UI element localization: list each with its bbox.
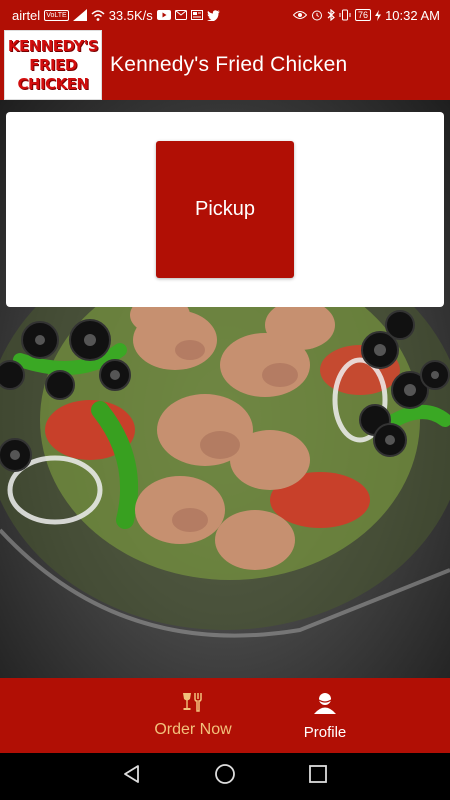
person-icon <box>313 691 337 720</box>
brand-logo: KENNEDY'S FRIED CHICKEN <box>4 30 102 100</box>
app-title: Kennedy's Fried Chicken <box>110 53 348 76</box>
system-navigation-bar <box>0 753 450 800</box>
nav-order-now-label: Order Now <box>154 721 232 738</box>
status-right: 76 10:32 AM <box>293 8 440 23</box>
nav-profile-label: Profile <box>303 723 347 741</box>
status-left: airtel VoLTE 33.5K/s <box>12 8 220 23</box>
pickup-button[interactable]: Pickup <box>156 141 294 278</box>
clock: 10:32 AM <box>385 7 440 23</box>
youtube-icon <box>156 10 171 20</box>
signal-icon <box>72 9 87 21</box>
network-speed: 33.5K/s <box>108 7 153 23</box>
back-icon[interactable] <box>122 764 142 789</box>
recents-icon[interactable] <box>308 764 328 789</box>
logo-line-3: CHICKEN <box>17 74 89 93</box>
alarm-icon <box>311 9 323 21</box>
order-type-card: Pickup <box>6 112 444 307</box>
message-icon <box>174 10 187 20</box>
status-bar: airtel VoLTE 33.5K/s 76 10:32 AM <box>0 0 450 30</box>
volte-badge: VoLTE <box>44 9 69 21</box>
bluetooth-icon <box>327 9 335 21</box>
twitter-icon <box>206 9 220 21</box>
logo-line-2: FRIED <box>29 55 77 74</box>
home-icon[interactable] <box>214 763 236 790</box>
bottom-navigation: Order Now Profile <box>0 678 450 753</box>
news-icon <box>190 10 203 20</box>
wifi-icon <box>91 9 105 21</box>
vibrate-icon <box>339 9 351 21</box>
app-bar: KENNEDY'S FRIED CHICKEN Kennedy's Fried … <box>0 30 450 100</box>
charging-icon <box>375 9 382 21</box>
eye-icon <box>293 10 308 20</box>
nav-order-now[interactable]: Order Now <box>133 678 253 753</box>
logo-line-1: KENNEDY'S <box>7 36 99 55</box>
nav-profile[interactable]: Profile <box>285 678 365 753</box>
carrier-label: airtel <box>12 7 41 23</box>
battery-icon: 76 <box>355 9 372 21</box>
food-drink-icon <box>181 692 205 717</box>
